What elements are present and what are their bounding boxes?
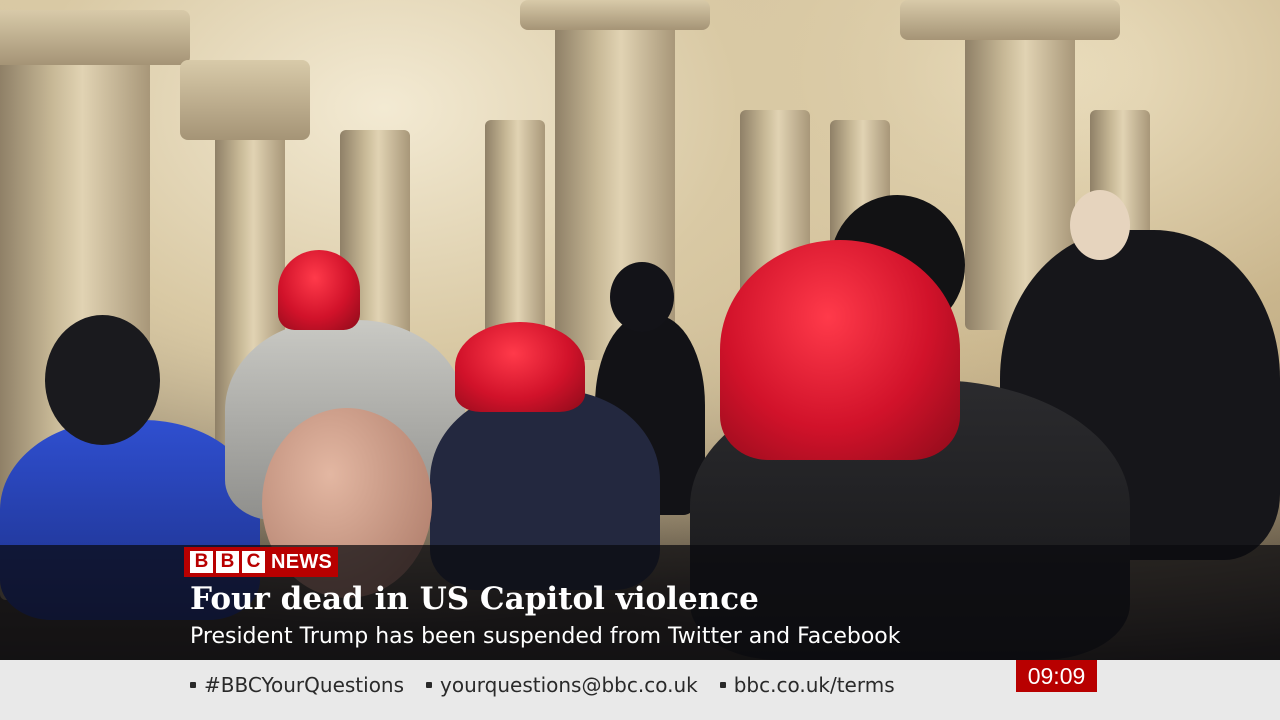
red-beanie xyxy=(278,250,360,330)
bullet-icon xyxy=(426,682,433,688)
ticker-item-text: #BBCYourQuestions xyxy=(204,673,405,697)
head xyxy=(45,315,160,445)
bbc-logo-block: B xyxy=(216,551,239,573)
ticker-item-text: yourquestions@bbc.co.uk xyxy=(440,673,698,697)
ticker-item: bbc.co.uk/terms xyxy=(719,672,895,698)
ticker-item: #BBCYourQuestions xyxy=(190,672,404,698)
headline: Four dead in US Capitol violence xyxy=(190,581,759,617)
bbc-news-label: NEWS xyxy=(271,550,333,573)
ticker-item-text: bbc.co.uk/terms xyxy=(733,673,895,697)
column-capital xyxy=(180,60,310,140)
ticker-item: yourquestions@bbc.co.uk xyxy=(426,672,698,698)
red-cap xyxy=(455,322,585,412)
head xyxy=(610,262,674,332)
column-capital xyxy=(0,10,190,65)
video-frame: B B C NEWS Four dead in US Capitol viole… xyxy=(0,0,1280,720)
bbc-news-logo: B B C NEWS xyxy=(184,547,339,577)
bbc-logo-block: C xyxy=(242,551,265,573)
column-capital xyxy=(520,0,710,30)
bullet-icon xyxy=(719,682,726,688)
head xyxy=(1070,190,1130,260)
red-cap-foreground xyxy=(720,240,960,460)
subheadline: President Trump has been suspended from … xyxy=(190,624,901,649)
clock: 09:09 xyxy=(1016,660,1097,692)
bullet-icon xyxy=(190,682,196,688)
column-capital xyxy=(900,0,1120,40)
bbc-logo-block: B xyxy=(190,551,213,573)
